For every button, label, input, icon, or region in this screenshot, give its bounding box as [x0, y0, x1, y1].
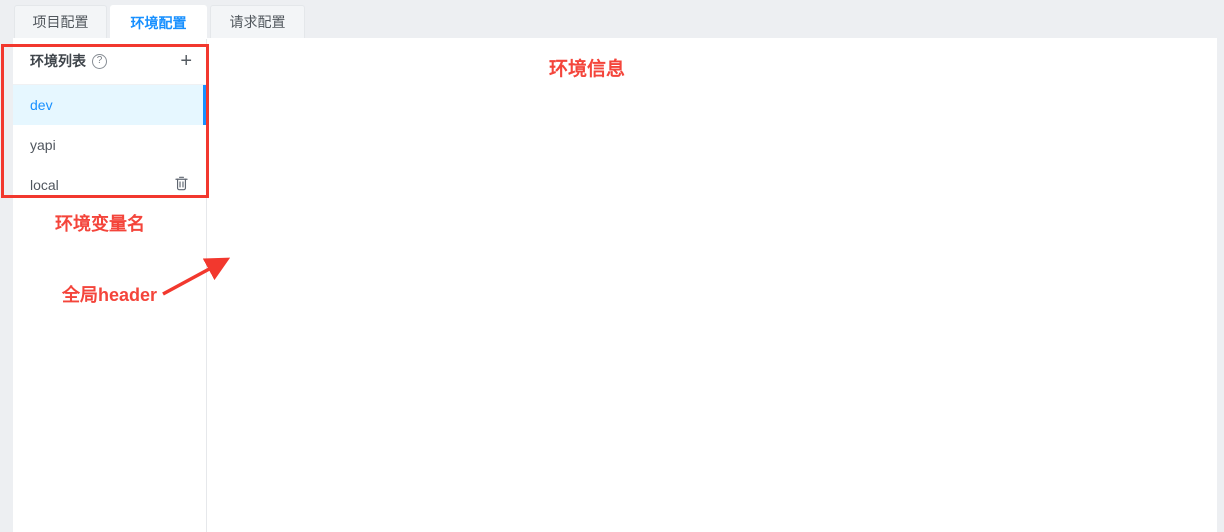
delete-environment-icon[interactable]	[173, 175, 190, 195]
environment-list-sidebar: 环境列表 ? + dev yapi local	[13, 38, 207, 532]
environment-name-label: local	[30, 177, 59, 193]
sidebar-item-dev[interactable]: dev	[13, 85, 206, 125]
environment-list-title: 环境列表	[30, 51, 86, 71]
sidebar-item-yapi[interactable]: yapi	[13, 125, 206, 165]
environment-list-header: 环境列表 ? +	[13, 38, 206, 85]
sidebar-item-local[interactable]: local	[13, 165, 206, 205]
tab-project-config[interactable]: 项目配置	[14, 5, 107, 38]
environment-name-label: dev	[30, 97, 53, 113]
environment-config-panel: 环境列表 ? + dev yapi local	[13, 38, 1217, 532]
tab-request-config[interactable]: 请求配置	[210, 5, 305, 38]
add-environment-icon[interactable]: +	[180, 51, 192, 71]
help-circle-icon[interactable]: ?	[92, 54, 107, 69]
environment-name-label: yapi	[30, 137, 56, 153]
tab-environment-config[interactable]: 环境配置	[110, 5, 207, 39]
